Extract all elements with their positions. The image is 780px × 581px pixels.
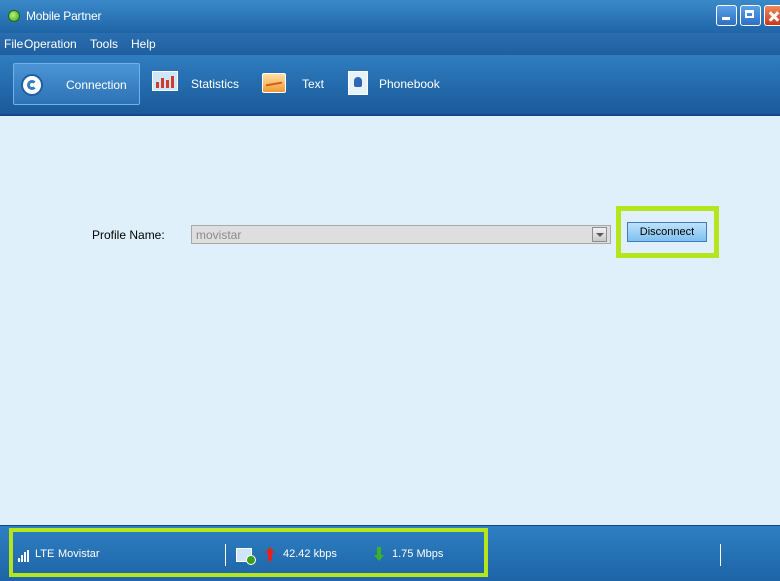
menu-file[interactable]: File	[4, 37, 23, 51]
tab-phonebook-label: Phonebook	[379, 77, 440, 91]
tab-connection[interactable]: Connection	[13, 63, 140, 105]
upload-speed: 42.42 kbps	[283, 548, 337, 560]
tab-statistics-label: Statistics	[191, 77, 240, 91]
tab-phonebook[interactable]: Phonebook	[345, 63, 460, 105]
connected-computer-icon	[236, 548, 256, 565]
mobile-partner-window: Mobile Partner File Operation Tools Help…	[0, 0, 780, 581]
app-icon	[8, 10, 20, 22]
text-message-icon	[262, 73, 286, 93]
menu-bar: File Operation Tools Help	[0, 33, 780, 55]
maximize-button[interactable]	[740, 5, 761, 26]
status-divider-right	[720, 544, 721, 566]
title-bar[interactable]: Mobile Partner	[0, 0, 780, 33]
menu-tools[interactable]: Tools	[90, 37, 118, 51]
close-button[interactable]	[764, 5, 780, 26]
statistics-icon	[152, 71, 178, 91]
minimize-button[interactable]	[716, 5, 737, 26]
operator-name: Movistar	[58, 548, 100, 560]
status-bar: LTE Movistar 42.42 kbps 1.75 Mbps	[0, 525, 780, 581]
tab-text-label: Text	[302, 77, 325, 91]
profile-name-select[interactable]	[191, 225, 611, 244]
status-divider	[225, 544, 226, 566]
download-speed: 1.75 Mbps	[392, 548, 444, 560]
window-title: Mobile Partner	[26, 9, 102, 23]
tab-text[interactable]: Text	[262, 63, 334, 105]
phonebook-icon	[348, 71, 368, 95]
chevron-down-icon[interactable]	[592, 227, 607, 242]
signal-strength-icon	[18, 550, 30, 562]
disconnect-button[interactable]: Disconnect	[627, 222, 707, 242]
toolbar: Connection Statistics Text Phonebook	[0, 55, 780, 116]
tab-connection-label: Connection	[66, 78, 127, 92]
connection-panel: Profile Name: Disconnect	[0, 116, 780, 525]
connection-icon	[21, 74, 43, 96]
menu-operation[interactable]: Operation	[24, 37, 77, 51]
menu-help[interactable]: Help	[131, 37, 156, 51]
profile-name-label: Profile Name:	[92, 228, 165, 242]
tab-statistics[interactable]: Statistics	[150, 63, 252, 105]
upload-arrow-icon	[264, 547, 276, 561]
network-type: LTE	[35, 548, 55, 560]
download-arrow-icon	[373, 547, 385, 561]
